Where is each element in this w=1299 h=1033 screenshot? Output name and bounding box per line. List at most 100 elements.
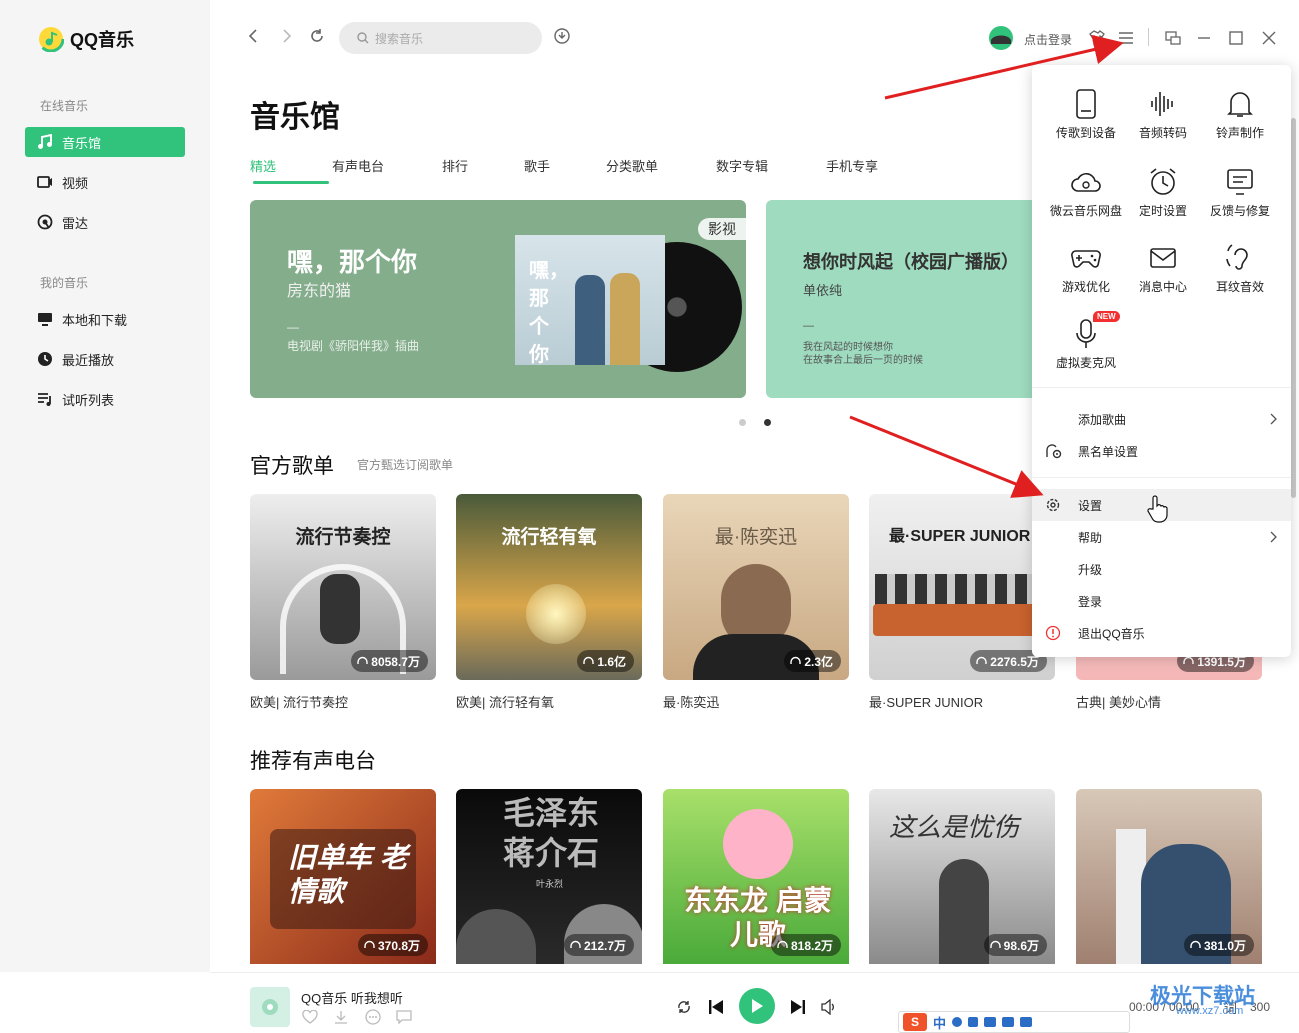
- ime-toolbar[interactable]: S 中: [898, 1011, 1130, 1033]
- monitor-icon: [38, 313, 52, 326]
- sidebar-item-recent[interactable]: 最近播放: [25, 344, 185, 374]
- banner-card[interactable]: 想你时风起（校园广播版） 单依纯 — 我在风起的时候想你 在故事合上最后一页的时…: [766, 200, 1066, 398]
- menu-row-add-songs[interactable]: 添加歌曲: [1032, 403, 1291, 435]
- back-icon[interactable]: [246, 28, 262, 44]
- playlist-icon: [38, 393, 51, 406]
- headphones-icon: [790, 656, 802, 664]
- menu-row-blacklist[interactable]: 黑名单设置: [1032, 435, 1291, 467]
- app-logo[interactable]: QQ音乐: [38, 26, 134, 52]
- menu-item-game-optimize[interactable]: 游戏优化: [1048, 243, 1124, 295]
- exit-icon: [1045, 625, 1061, 641]
- cover-text: 最·SUPER JUNIOR: [889, 528, 1031, 545]
- playlist-card[interactable]: 最·陈奕迅 2.3亿: [663, 494, 849, 680]
- menu-item-feedback[interactable]: 反馈与修复: [1202, 167, 1278, 219]
- playlist-caption[interactable]: 古典| 美妙心情: [1076, 692, 1161, 711]
- app-name: QQ音乐: [70, 30, 135, 50]
- music-note-icon: [38, 134, 52, 149]
- play-count: 98.6万: [983, 934, 1047, 956]
- menu-item-ear-print[interactable]: 耳纹音效: [1202, 243, 1278, 295]
- refresh-icon[interactable]: [309, 28, 325, 44]
- minimize-icon[interactable]: [1196, 30, 1212, 46]
- new-badge: NEW: [1093, 311, 1120, 322]
- voice-search-icon[interactable]: [554, 28, 570, 46]
- tab-category-playlists[interactable]: 分类歌单: [606, 156, 716, 175]
- mini-mode-icon[interactable]: [1165, 30, 1181, 46]
- menu-item-virtual-mic[interactable]: 虚拟麦克风 NEW: [1048, 311, 1124, 371]
- heart-icon[interactable]: [302, 1010, 318, 1024]
- tab-mobile-exclusive[interactable]: 手机专享: [826, 156, 906, 175]
- banner-title: 想你时风起（校园广播版）: [803, 252, 1019, 272]
- sidebar-item-label: 雷达: [62, 215, 89, 231]
- menu-row-exit[interactable]: 退出QQ音乐: [1032, 617, 1291, 649]
- tab-ranking[interactable]: 排行: [442, 156, 524, 175]
- volume-icon[interactable]: [821, 999, 837, 1015]
- playlist-caption[interactable]: 最·SUPER JUNIOR: [869, 692, 983, 711]
- menu-row-upgrade[interactable]: 升级: [1032, 553, 1291, 585]
- banner-artist: 单依纯: [803, 283, 843, 298]
- carousel-dot[interactable]: [739, 419, 746, 426]
- tab-audio-radio[interactable]: 有声电台: [332, 156, 442, 175]
- radio-card[interactable]: 旧单车 老情歌 370.8万: [250, 789, 436, 964]
- bell-icon: [1227, 92, 1253, 117]
- sidebar-item-playlist[interactable]: 试听列表: [25, 384, 185, 414]
- play-button[interactable]: [739, 988, 775, 1024]
- menu-item-weiyun[interactable]: 微云音乐网盘: [1048, 167, 1124, 219]
- playlist-caption[interactable]: 欧美| 流行节奏控: [250, 692, 348, 711]
- playlist-card[interactable]: 流行轻有氧 1.6亿: [456, 494, 642, 680]
- menu-item-audio-transcode[interactable]: 音频转码: [1125, 89, 1201, 141]
- playlist-caption[interactable]: 最·陈奕迅: [663, 692, 719, 711]
- ime-keyboard-icon: [984, 1017, 997, 1027]
- banner-card[interactable]: 嘿，那个你 房东的猫 — 电视剧《骄阳伴我》插曲 嘿，那个你 影视: [250, 200, 746, 398]
- scrollbar[interactable]: [1291, 118, 1296, 498]
- radio-card[interactable]: 东东龙 启蒙儿歌 818.2万: [663, 789, 849, 964]
- previous-icon[interactable]: [708, 998, 724, 1016]
- sidebar-item-radar[interactable]: 雷达: [25, 207, 185, 237]
- search-input[interactable]: 搜索音乐: [339, 22, 542, 54]
- avatar[interactable]: [988, 25, 1014, 51]
- playlist-card[interactable]: 最·SUPER JUNIOR 2276.5万: [869, 494, 1055, 680]
- sidebar-item-label: 最近播放: [62, 352, 115, 368]
- skin-shirt-icon[interactable]: [1089, 30, 1105, 46]
- next-icon[interactable]: [790, 998, 806, 1016]
- close-icon[interactable]: [1261, 30, 1277, 46]
- menu-item-ringtone[interactable]: 铃声制作: [1202, 89, 1278, 141]
- section-subtitle: 官方甄选订阅歌单: [357, 458, 454, 472]
- section-title-official-playlists: 官方歌单: [250, 455, 334, 478]
- forward-icon[interactable]: [278, 28, 294, 44]
- carousel-dot[interactable]: [764, 419, 771, 426]
- main-menu-icon[interactable]: [1118, 31, 1134, 45]
- menu-row-login[interactable]: 登录: [1032, 585, 1291, 617]
- radio-card[interactable]: 这么是忧伤 98.6万: [869, 789, 1055, 964]
- cover-text: 这么是忧伤: [889, 812, 1020, 842]
- playlist-caption[interactable]: 欧美| 流行轻有氧: [456, 692, 554, 711]
- now-playing-cover[interactable]: [250, 987, 290, 1027]
- comment-icon[interactable]: [396, 1010, 412, 1024]
- playlist-card[interactable]: 流行节奏控 8058.7万: [250, 494, 436, 680]
- banner-tag: 影视: [698, 218, 746, 240]
- sidebar-item-music-hall[interactable]: 音乐馆: [25, 127, 185, 157]
- sidebar-item-local-download[interactable]: 本地和下载: [25, 304, 185, 334]
- headphones-icon: [364, 940, 375, 948]
- radio-card[interactable]: 381.0万: [1076, 789, 1262, 964]
- sidebar-item-video[interactable]: 视频: [25, 167, 185, 197]
- play-count: 2.3亿: [784, 650, 841, 672]
- menu-item-timer[interactable]: 定时设置: [1125, 167, 1201, 219]
- menu-item-messages[interactable]: 消息中心: [1125, 243, 1201, 295]
- menu-divider: [1032, 387, 1291, 388]
- loop-mode-icon[interactable]: [676, 999, 692, 1015]
- audio-wave-icon: [1151, 92, 1173, 116]
- tab-featured[interactable]: 精选: [250, 156, 332, 184]
- online-music-label: 在线音乐: [40, 99, 89, 113]
- login-link[interactable]: 点击登录: [1024, 31, 1072, 48]
- download-icon[interactable]: [333, 1009, 349, 1025]
- tab-singers[interactable]: 歌手: [524, 156, 606, 175]
- maximize-icon[interactable]: [1228, 30, 1244, 46]
- more-icon[interactable]: [365, 1009, 381, 1025]
- tab-digital-albums[interactable]: 数字专辑: [716, 156, 826, 175]
- menu-item-transfer-to-device[interactable]: 传歌到设备: [1048, 89, 1124, 141]
- chevron-right-icon: [1270, 531, 1277, 543]
- blacklist-gear-icon: [1046, 444, 1062, 459]
- sidebar-item-label: 试听列表: [62, 392, 115, 408]
- menu-row-help[interactable]: 帮助: [1032, 521, 1291, 553]
- radio-card[interactable]: 毛泽东 蒋介石 叶永烈 212.7万: [456, 789, 642, 964]
